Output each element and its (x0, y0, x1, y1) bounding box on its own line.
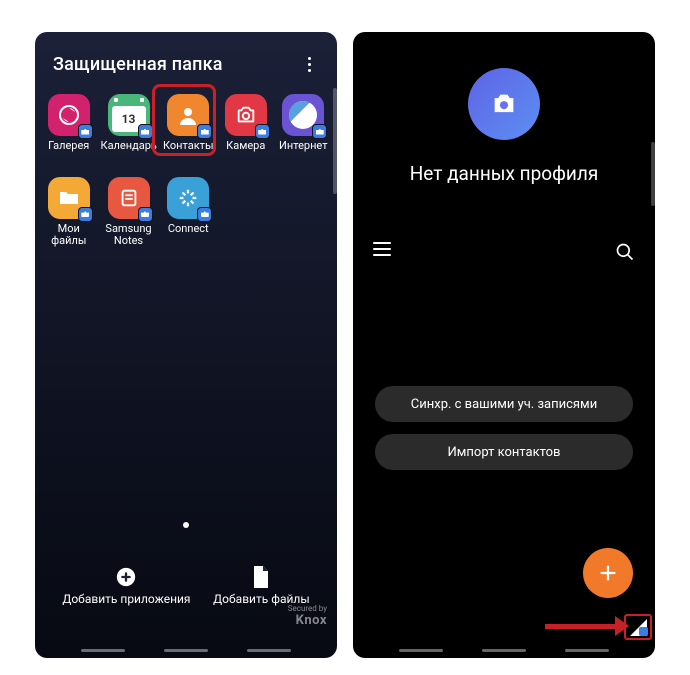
add-files-button[interactable]: Добавить файлы (213, 566, 310, 606)
app-label: Галерея (48, 140, 89, 153)
knox-watermark: Secured by Knox (288, 605, 327, 628)
app-internet[interactable]: Интернет (278, 92, 330, 155)
more-options-button[interactable] (297, 52, 321, 76)
app-label: Календарь (101, 140, 157, 153)
app-camera[interactable]: Камера (220, 92, 272, 155)
nav-back[interactable] (247, 649, 291, 652)
import-contacts-label: Импорт контактов (448, 445, 561, 460)
search-icon (615, 242, 635, 262)
app-contacts[interactable]: Контакты (163, 92, 215, 155)
apps-grid: Галерея 13 Календарь Контакты (35, 90, 337, 250)
scrollbar[interactable] (651, 142, 655, 206)
secure-badge-icon (138, 124, 153, 139)
secure-folder-corner-button[interactable] (624, 614, 652, 640)
app-gallery[interactable]: Галерея (43, 92, 95, 155)
secure-badge-icon (255, 124, 270, 139)
sync-accounts-label: Синхр. с вашими уч. записями (411, 397, 597, 412)
camera-icon (490, 90, 518, 118)
secure-badge-icon (197, 207, 212, 222)
app-connect[interactable]: Connect (163, 175, 215, 250)
app-label: Интернет (279, 140, 327, 153)
app-label: Connect (168, 223, 209, 236)
secure-badge-icon (197, 124, 212, 139)
sync-accounts-button[interactable]: Синхр. с вашими уч. записями (375, 386, 633, 422)
plus-icon (597, 562, 619, 584)
secure-folder-header: Защищенная папка (35, 32, 337, 90)
add-contact-fab[interactable] (583, 548, 633, 598)
plus-circle-icon (115, 566, 137, 588)
add-apps-button[interactable]: Добавить приложения (62, 566, 190, 606)
android-navbar (35, 649, 337, 652)
app-label: Samsung Notes (101, 223, 157, 248)
secure-badge-icon (78, 124, 93, 139)
app-samsung-notes[interactable]: Samsung Notes (101, 175, 157, 250)
profile-empty-text: Нет данных профиля (410, 162, 599, 185)
file-icon (250, 566, 272, 588)
secure-badge-icon (138, 207, 153, 222)
app-label: Камера (226, 140, 265, 153)
secure-badge-icon (78, 207, 93, 222)
menu-button[interactable] (373, 242, 391, 266)
app-calendar[interactable]: 13 Календарь (101, 92, 157, 155)
profile-avatar[interactable] (468, 68, 540, 140)
contacts-toolbar (353, 242, 655, 266)
add-apps-label: Добавить приложения (62, 592, 190, 606)
scrollbar[interactable] (333, 88, 337, 194)
app-myfiles[interactable]: Мои файлы (43, 175, 95, 250)
empty-state-actions: Синхр. с вашими уч. записями Импорт конт… (353, 386, 655, 470)
secure-badge-icon (312, 124, 327, 139)
bottom-actions: Добавить приложения Добавить файлы (35, 566, 337, 606)
profile-area: Нет данных профиля (353, 32, 655, 185)
search-button[interactable] (615, 242, 635, 266)
nav-recent[interactable] (81, 649, 125, 652)
app-label: Контакты (163, 140, 214, 153)
secure-folder-screen: Защищенная папка Галерея 13 (35, 32, 337, 658)
nav-back[interactable] (565, 649, 609, 652)
contacts-app-screen: Нет данных профиля Синхр. с вашими уч. з… (353, 32, 655, 658)
android-navbar (353, 649, 655, 652)
secure-folder-title: Защищенная папка (53, 54, 223, 75)
app-label: Мои файлы (43, 223, 95, 248)
page-indicator (183, 522, 189, 528)
nav-home[interactable] (482, 649, 526, 652)
import-contacts-button[interactable]: Импорт контактов (375, 434, 633, 470)
nav-recent[interactable] (399, 649, 443, 652)
secure-corner-icon (630, 619, 647, 636)
nav-home[interactable] (164, 649, 208, 652)
